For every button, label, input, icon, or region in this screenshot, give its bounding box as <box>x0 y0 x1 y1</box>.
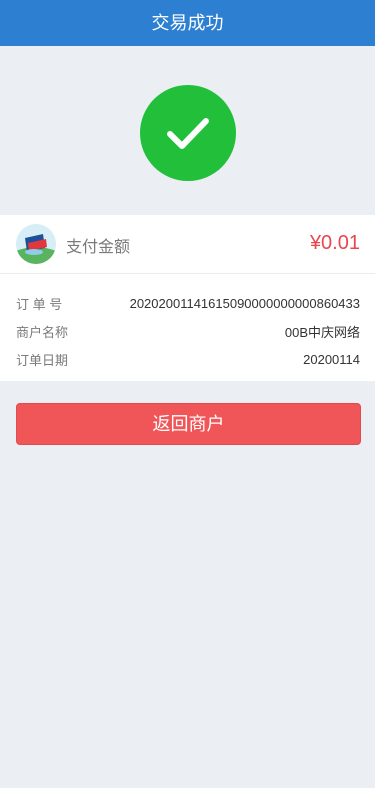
order-number-label: 订 单 号 <box>16 296 63 312</box>
success-indicator <box>140 85 236 181</box>
order-details: 订 单 号 20202001141615090000000000860433 商… <box>0 274 375 373</box>
checkmark-icon <box>167 118 209 149</box>
order-number-value: 20202001141615090000000000860433 <box>129 295 360 311</box>
check-circle-icon <box>140 85 236 181</box>
order-date-value: 20200114 <box>303 351 360 367</box>
merchant-name-label: 商户名称 <box>16 324 69 340</box>
return-to-merchant-button[interactable]: 返回商户 <box>16 403 361 445</box>
merchant-name-row: 商户名称 00B中庆网络 <box>16 317 360 345</box>
merchant-name-value: 00B中庆网络 <box>284 324 360 340</box>
order-date-row: 订单日期 20200114 <box>16 345 360 373</box>
page-title: 交易成功 <box>151 13 224 33</box>
amount-row: 支付金额 ¥0.01 <box>0 215 375 274</box>
order-number-row: 订 单 号 20202001141615090000000000860433 <box>16 289 360 317</box>
bank-logo-icon <box>16 224 56 264</box>
order-date-label: 订单日期 <box>16 352 69 368</box>
payment-card: 支付金额 ¥0.01 订 单 号 20202001141615090000000… <box>0 215 375 381</box>
header-bar: 交易成功 <box>0 0 375 46</box>
return-button-label: 返回商户 <box>152 414 225 434</box>
amount-value: ¥0.01 <box>309 232 360 254</box>
amount-label: 支付金额 <box>66 239 131 256</box>
